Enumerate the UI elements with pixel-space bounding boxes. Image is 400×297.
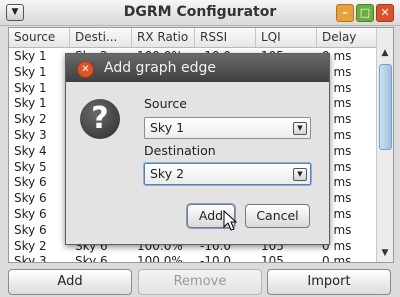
- question-icon: ?: [80, 99, 120, 139]
- close-button[interactable]: ✕: [376, 4, 394, 22]
- cell-source: Sky 5: [14, 159, 47, 174]
- cell-source: Sky 1: [14, 96, 47, 111]
- cell-source: Sky 2: [14, 112, 47, 127]
- source-value: Sky 1: [150, 120, 185, 135]
- scroll-up-icon[interactable]: ▲: [377, 48, 393, 58]
- column-header-destination[interactable]: Desti...: [70, 28, 132, 47]
- close-icon: ✕: [380, 6, 390, 19]
- destination-dropdown[interactable]: Sky 2 ▼: [144, 163, 311, 185]
- chevron-down-icon[interactable]: ▼: [293, 168, 307, 181]
- cell-source: Sky 1: [14, 64, 47, 79]
- cell-source: Sky 6: [14, 222, 47, 237]
- cell-source: Sky 6: [14, 191, 47, 206]
- button-bar: Add Remove Import: [0, 266, 400, 297]
- minimize-icon: –: [342, 6, 348, 19]
- column-header-source[interactable]: Source: [9, 28, 70, 47]
- cell-delay: 0 ms: [322, 254, 352, 263]
- vertical-scrollbar[interactable]: ▲ ▼: [376, 28, 393, 262]
- table-row[interactable]: Sky 3 Sky 6 100.0% -10.0 105 0 ms: [9, 253, 377, 263]
- dialog-title-bar: ✕ Add graph edge: [66, 54, 329, 82]
- cell-source: Sky 1: [14, 49, 47, 63]
- column-header-delay[interactable]: Delay: [317, 28, 377, 47]
- destination-label: Destination: [144, 143, 216, 158]
- cell-source: Sky 2: [14, 238, 47, 253]
- cell-source: Sky 4: [14, 143, 47, 158]
- cell-rssi: -10.0: [200, 254, 232, 263]
- column-header-rx-ratio[interactable]: RX Ratio: [132, 28, 195, 47]
- cell-source: Sky 6: [14, 175, 47, 190]
- import-button[interactable]: Import: [267, 269, 391, 295]
- cell-source: Sky 3: [14, 128, 47, 142]
- add-graph-edge-dialog: ✕ Add graph edge ? Source Sky 1 ▼ Destin…: [65, 53, 330, 245]
- destination-value: Sky 2: [150, 166, 185, 181]
- cell-source: Sky 6: [14, 207, 47, 221]
- close-icon[interactable]: ✕: [77, 61, 94, 78]
- cell-destination: Sky 6: [75, 254, 108, 263]
- scrollbar-thumb[interactable]: [379, 64, 392, 150]
- table-header: Source Desti... RX Ratio RSSI LQI Delay: [9, 28, 377, 48]
- maximize-button[interactable]: □: [356, 4, 374, 22]
- scroll-down-icon[interactable]: ▼: [377, 248, 393, 258]
- chevron-down-icon[interactable]: ▼: [293, 122, 307, 135]
- source-label: Source: [144, 96, 187, 111]
- minimize-button[interactable]: –: [336, 4, 354, 22]
- maximize-icon: □: [359, 6, 371, 19]
- remove-button[interactable]: Remove: [138, 269, 262, 295]
- column-header-lqi[interactable]: LQI: [256, 28, 317, 47]
- add-button[interactable]: Add: [8, 269, 132, 295]
- dialog-title: Add graph edge: [104, 60, 216, 76]
- cell-source: Sky 3: [14, 254, 47, 263]
- cell-rx-ratio: 100.0%: [137, 254, 183, 263]
- title-bar: ▼ DGRM Configurator – □ ✕: [0, 0, 400, 26]
- dialog-cancel-button[interactable]: Cancel: [245, 204, 310, 228]
- source-dropdown[interactable]: Sky 1 ▼: [144, 117, 311, 139]
- cell-lqi: 105: [261, 254, 284, 263]
- cell-source: Sky 1: [14, 80, 47, 95]
- column-header-rssi[interactable]: RSSI: [195, 28, 256, 47]
- mouse-cursor-icon: [223, 210, 238, 231]
